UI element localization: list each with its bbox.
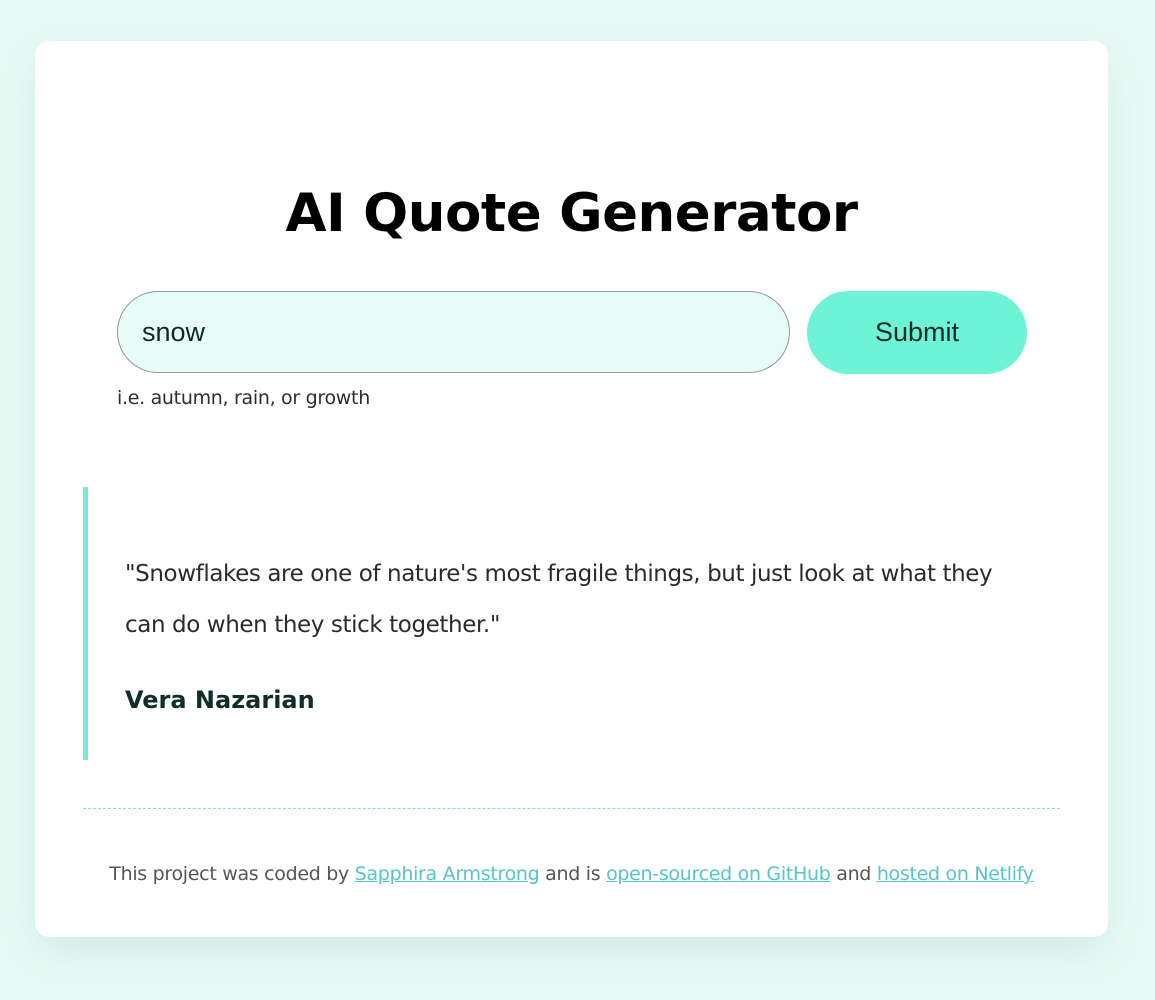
- search-input[interactable]: [117, 291, 790, 373]
- footer-text: This project was coded by: [109, 863, 355, 885]
- footer-text: and: [830, 863, 877, 885]
- quote-author: Vera Nazarian: [125, 686, 315, 714]
- netlify-link[interactable]: hosted on Netlify: [877, 863, 1034, 885]
- github-link[interactable]: open-sourced on GitHub: [606, 863, 831, 885]
- author-link[interactable]: Sapphira Armstrong: [355, 863, 540, 885]
- submit-button[interactable]: Submit: [807, 291, 1027, 374]
- page-title: AI Quote Generator: [285, 183, 858, 244]
- input-hint: i.e. autumn, rain, or growth: [117, 387, 370, 409]
- footer: This project was coded by Sapphira Armst…: [35, 859, 1108, 889]
- quote-block: "Snowflakes are one of nature's most fra…: [83, 487, 1043, 760]
- main-card: AI Quote Generator Submit i.e. autumn, r…: [35, 41, 1108, 937]
- quote-text: "Snowflakes are one of nature's most fra…: [125, 561, 993, 638]
- footer-text: and is: [539, 863, 607, 885]
- divider: [83, 808, 1060, 809]
